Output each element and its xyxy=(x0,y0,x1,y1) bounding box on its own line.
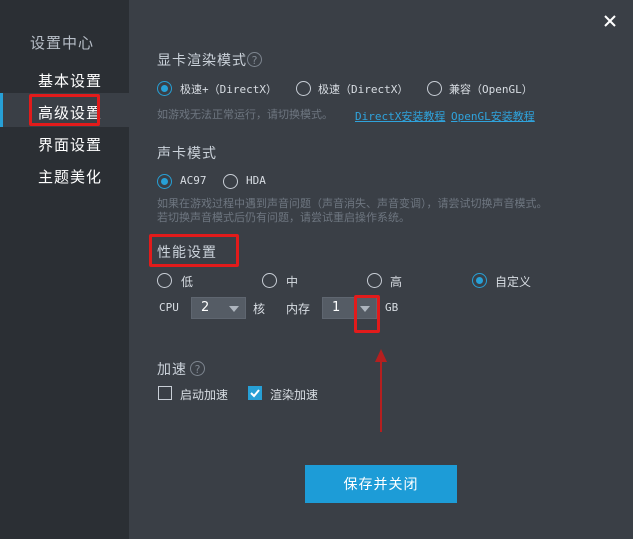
memory-value: 1 xyxy=(332,300,341,315)
sidebar-item-basic[interactable]: 基本设置 xyxy=(38,70,102,91)
annotation-arrow-line xyxy=(380,360,382,432)
annotation-box-advanced xyxy=(29,94,100,126)
radio-display-fast-plus[interactable] xyxy=(157,81,172,96)
display-option-label: 兼容（OpenGL） xyxy=(449,83,533,96)
sound-hint-line1: 如果在游戏过程中遇到声音问题（声音消失、声音变调），请尝试切换声音模式。 xyxy=(157,197,548,210)
chevron-down-icon xyxy=(229,306,239,312)
radio-perf-custom[interactable] xyxy=(472,273,487,288)
help-icon[interactable]: ? xyxy=(247,52,262,67)
radio-display-compat[interactable] xyxy=(427,81,442,96)
close-icon[interactable] xyxy=(600,11,620,31)
display-hint: 如游戏无法正常运行，请切换模式。 xyxy=(157,108,333,121)
sidebar-item-interface[interactable]: 界面设置 xyxy=(38,134,102,155)
radio-sound-hda[interactable] xyxy=(223,174,238,189)
display-option-label: 极速+（DirectX） xyxy=(180,83,277,96)
radio-perf-low[interactable] xyxy=(157,273,172,288)
annotation-box-performance xyxy=(149,234,239,267)
sound-option-label: AC97 xyxy=(180,174,207,187)
sidebar-item-theme[interactable]: 主题美化 xyxy=(38,166,102,187)
check-icon xyxy=(250,389,260,398)
acceleration-title: 加速 xyxy=(157,362,187,378)
perf-option-label: 中 xyxy=(286,275,299,289)
memory-label: 内存 xyxy=(286,302,311,316)
cpu-unit: 核 xyxy=(253,302,266,316)
help-icon[interactable]: ? xyxy=(190,361,205,376)
nav-active-indicator xyxy=(0,93,3,127)
radio-perf-medium[interactable] xyxy=(262,273,277,288)
radio-sound-ac97[interactable] xyxy=(157,174,172,189)
radio-perf-high[interactable] xyxy=(367,273,382,288)
accel-option-label: 启动加速 xyxy=(180,388,229,402)
radio-display-fast[interactable] xyxy=(296,81,311,96)
perf-option-label: 高 xyxy=(390,275,403,289)
annotation-box-memory-arrow xyxy=(354,295,380,333)
accel-option-label: 渲染加速 xyxy=(270,388,319,402)
sound-mode-title: 声卡模式 xyxy=(157,146,217,162)
checkbox-startup-accel[interactable] xyxy=(158,386,172,400)
sound-option-label: HDA xyxy=(246,174,266,187)
cpu-label: CPU xyxy=(159,301,179,314)
sidebar: 设置中心 基本设置 高级设置 界面设置 主题美化 xyxy=(0,0,129,539)
memory-unit: GB xyxy=(385,301,399,314)
cpu-cores-select[interactable]: 2 xyxy=(191,297,246,319)
opengl-tutorial-link[interactable]: OpenGL安装教程 xyxy=(451,108,535,124)
perf-option-label: 自定义 xyxy=(495,275,532,289)
display-mode-title: 显卡渲染模式 xyxy=(157,53,247,69)
checkbox-render-accel[interactable] xyxy=(248,386,262,400)
sidebar-title: 设置中心 xyxy=(30,34,95,52)
perf-option-label: 低 xyxy=(181,275,194,289)
directx-tutorial-link[interactable]: DirectX安装教程 xyxy=(355,108,445,124)
save-and-close-button[interactable]: 保存并关闭 xyxy=(305,465,457,503)
sound-hint-line2: 若切换声音模式后仍有问题，请尝试重启操作系统。 xyxy=(157,211,410,224)
cpu-cores-value: 2 xyxy=(201,300,210,315)
display-option-label: 极速（DirectX） xyxy=(318,83,409,96)
